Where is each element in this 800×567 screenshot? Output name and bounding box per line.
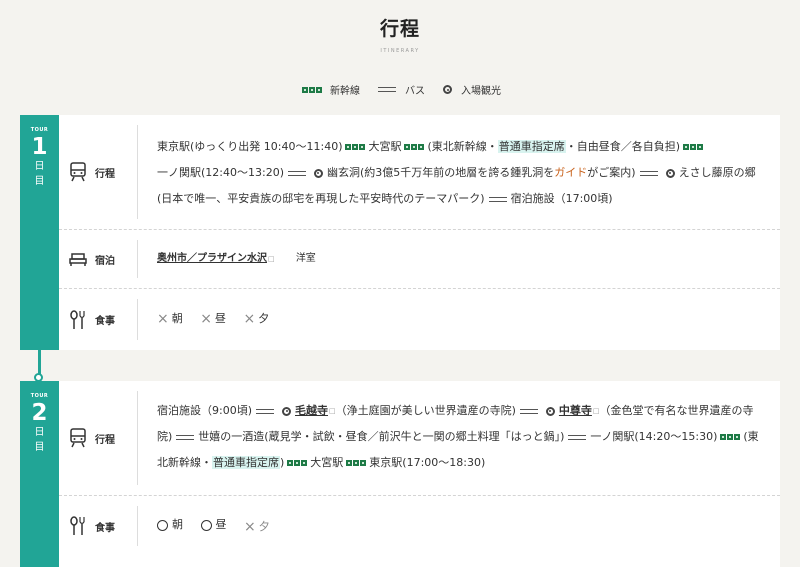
itinerary-row: 行程 東京駅(ゆっくり出発 10:40〜11:40) 大宮駅 (東北新幹線・普通車指… [59,115,780,230]
sightseeing-icon [545,406,555,416]
day-card-2: 行程 宿泊施設（9:00頃) 毛越寺□（浄土庭園が美しい世界遺産の寺院) 中尊寺□（… [59,381,780,567]
meal-lunch: × 昼 [200,311,226,327]
bus-icon [287,170,306,176]
meal-row: 食事 × 朝 × 昼 × 夕 [59,289,780,350]
legend-bus: バス [374,82,425,97]
shinkansen-icon [345,144,366,150]
bus-icon [639,170,658,176]
meal-breakfast: × 朝 [157,311,183,327]
fork-spoon-icon [69,309,87,330]
room-type: 洋室 [295,253,316,264]
itinerary-text: 東京駅(ゆっくり出発 10:40〜11:40) 大宮駅 (東北新幹線・普通車指定席・… [157,140,756,205]
bus-icon [568,434,587,440]
shinkansen-icon [683,144,704,150]
meal-breakfast: 朝 [157,512,183,538]
page-subtitle: ITINERARY [380,48,420,54]
included-icon [200,519,212,531]
bus-icon [519,408,538,414]
sightseeing-icon [282,406,291,416]
bed-icon [69,252,87,266]
fork-spoon-icon [69,516,87,536]
none-icon: × [200,311,212,327]
none-icon: × [243,311,256,327]
meal-dinner: × 夕 [244,518,270,535]
day-tab-2: TOUR 2 日 目 [20,381,59,567]
itinerary-text: 宿泊施設（9:00頃) 毛越寺□（浄土庭園が美しい世界遺産の寺院) 中尊寺□（金色堂… [157,404,759,469]
lodging-row: 宿泊 奥州市／プラザイン水沢□ 洋室 [59,230,780,289]
train-icon [69,428,87,448]
day-card-1: 行程 東京駅(ゆっくり出発 10:40〜11:40) 大宮駅 (東北新幹線・普通車指… [59,115,780,350]
external-link-icon: □ [329,407,336,415]
sightseeing-icon [443,85,452,94]
legend-shinkansen: 新幹線 [299,82,360,97]
included-icon [157,519,168,531]
motsuji-link[interactable]: 毛越寺 [295,404,328,417]
itinerary-row: 行程 宿泊施設（9:00頃) 毛越寺□（浄土庭園が美しい世界遺産の寺院) 中尊寺□（… [59,381,780,496]
shinkansen-icon [287,460,308,466]
none-icon: × [157,311,169,327]
sightseeing-icon [313,168,323,178]
shinkansen-icon [346,460,367,466]
external-link-icon: □ [268,255,275,263]
legend: 新幹線 バス 入場観光 [0,82,800,97]
train-icon [69,162,87,182]
bus-icon [176,434,195,440]
meal-lunch: 昼 [200,512,227,538]
chusonji-link[interactable]: 中尊寺 [559,404,592,417]
sightseeing-icon [665,168,675,178]
bus-icon [378,87,396,92]
meal-dinner: × 夕 [243,311,270,327]
bus-icon [256,408,274,414]
meal-row: 食事 朝 昼 × 夕 [59,496,780,556]
bus-icon [488,196,507,202]
shinkansen-icon [302,86,322,93]
shinkansen-icon [720,434,741,440]
legend-sightseeing: 入場観光 [439,82,501,97]
day-tab-1: TOUR 1 日 目 [20,115,59,350]
page-title: 行程 [379,18,420,40]
lodging-link[interactable]: 奥州市／プラザイン水沢 [157,253,267,264]
none-icon: × [244,518,256,535]
external-link-icon: □ [592,407,600,415]
shinkansen-icon [404,144,425,150]
